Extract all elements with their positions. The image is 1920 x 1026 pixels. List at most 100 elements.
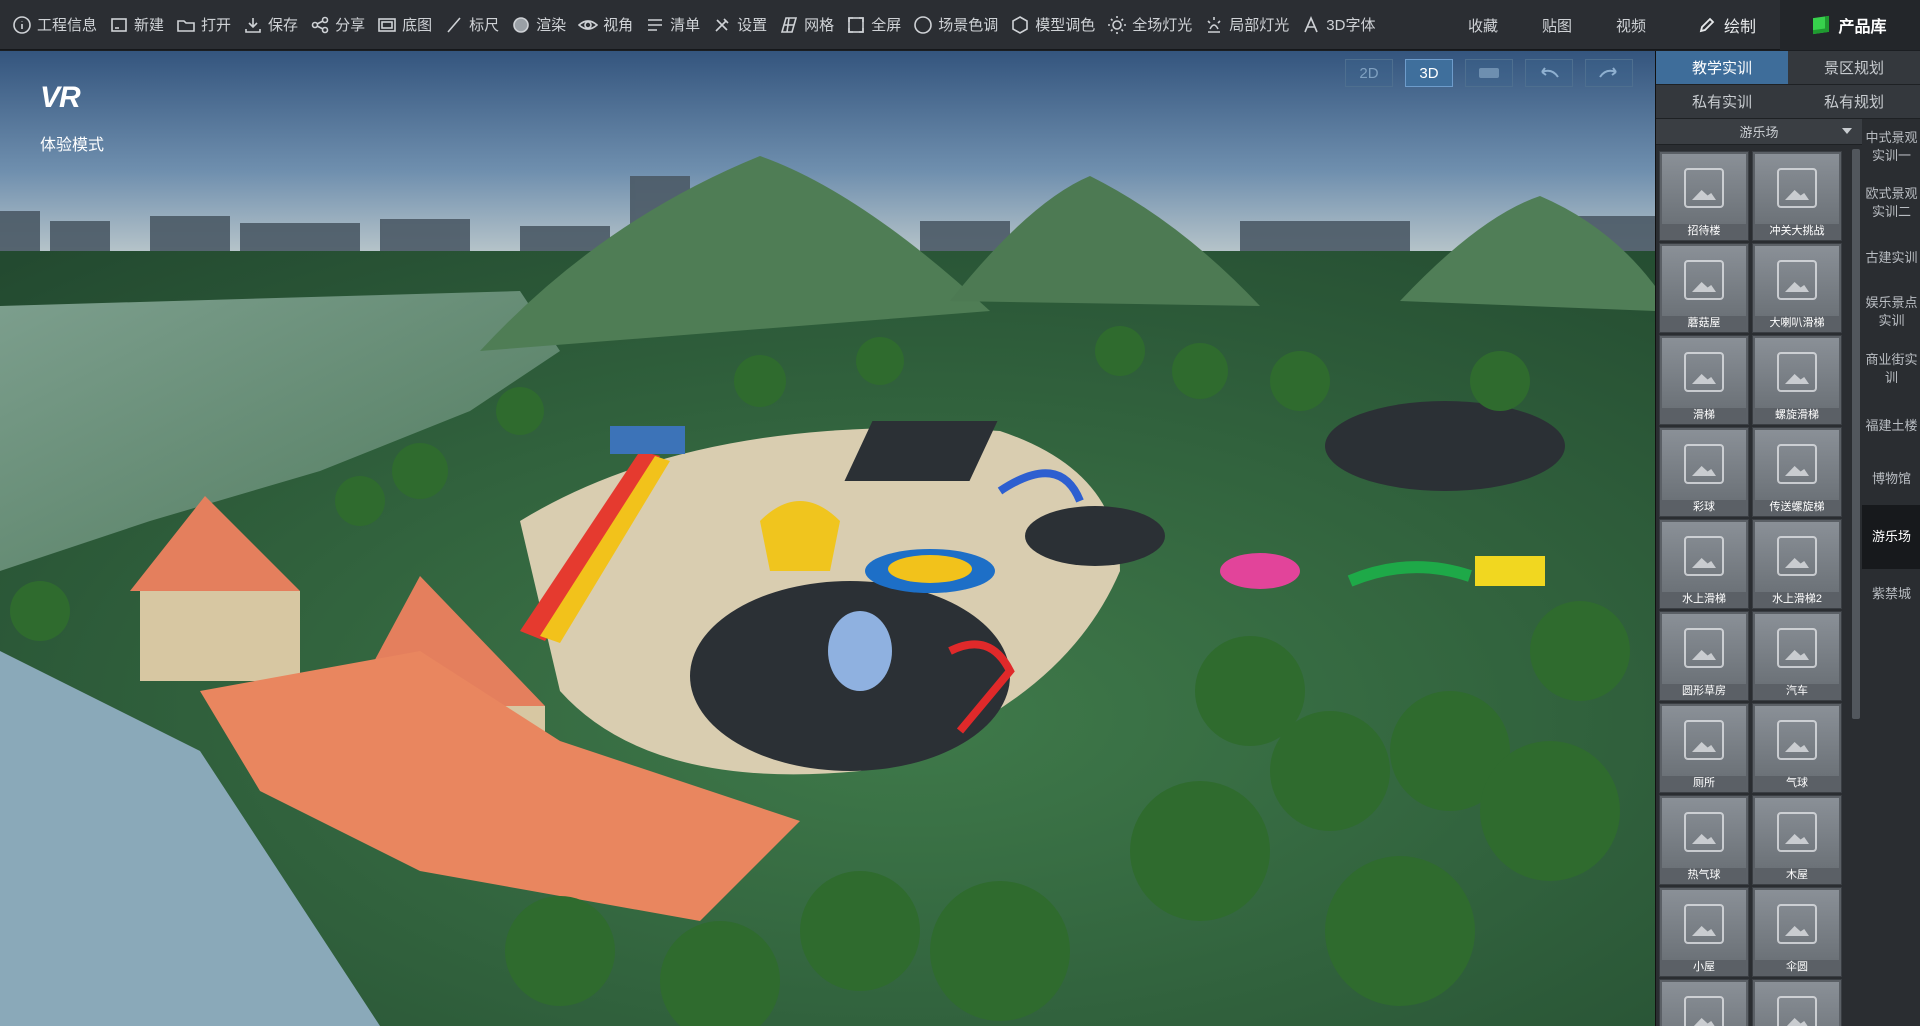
paste-image-button[interactable]: 贴图 bbox=[1520, 15, 1594, 36]
asset-tile[interactable]: 汽车 bbox=[1752, 611, 1842, 701]
asset-tile[interactable] bbox=[1659, 979, 1749, 1026]
fullscreen-icon bbox=[846, 15, 866, 35]
undo-button[interactable] bbox=[1525, 59, 1573, 87]
image-placeholder-icon bbox=[1684, 812, 1724, 852]
list-icon bbox=[645, 15, 665, 35]
asset-thumbnail bbox=[1755, 338, 1839, 408]
image-placeholder-icon bbox=[1684, 352, 1724, 392]
asset-tile[interactable]: 水上滑梯 bbox=[1659, 519, 1749, 609]
library-tabs: 教学实训 景区规划 私有实训 私有规划 bbox=[1656, 51, 1920, 119]
image-placeholder-icon bbox=[1684, 996, 1724, 1026]
toolbar-item-label: 全场灯光 bbox=[1132, 17, 1193, 34]
asset-scrollbar[interactable] bbox=[1852, 149, 1860, 719]
toolbar-item-label: 工程信息 bbox=[37, 17, 98, 34]
asset-thumbnail bbox=[1662, 522, 1746, 592]
side-category-item[interactable]: 古建实训 bbox=[1862, 231, 1920, 285]
toolbar-item-local-light[interactable]: 局部灯光 bbox=[1198, 0, 1295, 50]
side-category-item[interactable]: 游乐场 bbox=[1862, 505, 1920, 569]
toolbar-item-model-color[interactable]: 模型调色 bbox=[1004, 0, 1101, 50]
asset-thumbnail bbox=[1662, 246, 1746, 316]
asset-label: 大喇叭滑梯 bbox=[1769, 317, 1825, 329]
asset-tile[interactable]: 圆形草房 bbox=[1659, 611, 1749, 701]
grid-icon bbox=[779, 15, 799, 35]
toolbar-item-open-folder[interactable]: 打开 bbox=[170, 0, 237, 50]
toolbar-item-fullscreen[interactable]: 全屏 bbox=[840, 0, 907, 50]
toolbar-item-scene-tone[interactable]: 场景色调 bbox=[907, 0, 1004, 50]
toolbar-item-label: 保存 bbox=[268, 17, 299, 34]
draw-button[interactable]: 绘制 bbox=[1668, 13, 1780, 37]
toolbar-item-list[interactable]: 清单 bbox=[639, 0, 706, 50]
toolbar-item-share[interactable]: 分享 bbox=[304, 0, 371, 50]
toolbar-item-label: 局部灯光 bbox=[1229, 17, 1290, 34]
toolbar-item-ruler[interactable]: 标尺 bbox=[438, 0, 505, 50]
view-mode-buttons: 2D 3D bbox=[1345, 59, 1633, 87]
asset-tile[interactable]: 气球 bbox=[1752, 703, 1842, 793]
video-button[interactable]: 视频 bbox=[1594, 15, 1668, 36]
collect-button[interactable]: 收藏 bbox=[1446, 15, 1520, 36]
image-placeholder-icon bbox=[1777, 536, 1817, 576]
asset-tile[interactable]: 伞圆 bbox=[1752, 887, 1842, 977]
experience-mode-label: 体验模式 bbox=[40, 137, 105, 154]
toolbar-item-font-3d[interactable]: 3D字体 bbox=[1295, 0, 1381, 50]
toolbar-item-label: 视角 bbox=[603, 17, 634, 34]
asset-tile[interactable]: 小屋 bbox=[1659, 887, 1749, 977]
asset-tile[interactable]: 蘑菇屋 bbox=[1659, 243, 1749, 333]
toolbar-item-label: 渲染 bbox=[536, 17, 567, 34]
asset-tile[interactable]: 滑梯 bbox=[1659, 335, 1749, 425]
tab-private-planning[interactable]: 私有规划 bbox=[1788, 85, 1920, 119]
side-category-item[interactable]: 欧式景观实训二 bbox=[1862, 175, 1920, 231]
side-category-item[interactable]: 博物馆 bbox=[1862, 453, 1920, 505]
asset-thumbnail bbox=[1755, 430, 1839, 500]
side-category-item[interactable]: 中式景观实训一 bbox=[1862, 119, 1920, 175]
toolbar-item-label: 网格 bbox=[804, 17, 835, 34]
toolbar-item-render[interactable]: 渲染 bbox=[505, 0, 572, 50]
side-category-item[interactable]: 娱乐景点实训 bbox=[1862, 285, 1920, 339]
toolbar-item-info[interactable]: 工程信息 bbox=[6, 0, 103, 50]
toolbar-item-global-light[interactable]: 全场灯光 bbox=[1101, 0, 1198, 50]
asset-tile[interactable]: 彩球 bbox=[1659, 427, 1749, 517]
toolbar-item-label: 场景色调 bbox=[938, 17, 999, 34]
toolbar-item-save[interactable]: 保存 bbox=[237, 0, 304, 50]
model-color-icon bbox=[1010, 15, 1030, 35]
asset-tile[interactable]: 水上滑梯2 bbox=[1752, 519, 1842, 609]
tab-private-training[interactable]: 私有实训 bbox=[1656, 85, 1788, 119]
asset-tile[interactable]: 厕所 bbox=[1659, 703, 1749, 793]
category-dropdown[interactable]: 游乐场 bbox=[1656, 119, 1862, 145]
product-library-button[interactable]: 产品库 bbox=[1780, 0, 1920, 50]
toolbar-item-basemap[interactable]: 底图 bbox=[371, 0, 438, 50]
side-category-item[interactable]: 福建土楼 bbox=[1862, 399, 1920, 453]
toolbar-right: 收藏 贴图 视频 绘制 产品库 bbox=[1446, 0, 1920, 50]
asset-tile[interactable]: 螺旋滑梯 bbox=[1752, 335, 1842, 425]
image-placeholder-icon bbox=[1684, 444, 1724, 484]
image-placeholder-icon bbox=[1777, 168, 1817, 208]
toolbar-item-eye[interactable]: 视角 bbox=[572, 0, 639, 50]
asset-label: 水上滑梯 bbox=[1682, 593, 1726, 605]
record-icon bbox=[1479, 68, 1499, 78]
asset-tile[interactable]: 木屋 bbox=[1752, 795, 1842, 885]
side-category-item[interactable]: 紫禁城 bbox=[1862, 569, 1920, 619]
toolbar-item-label: 设置 bbox=[737, 17, 768, 34]
2d-view-button[interactable]: 2D bbox=[1345, 59, 1393, 87]
asset-tile[interactable]: 传送螺旋梯 bbox=[1752, 427, 1842, 517]
redo-button[interactable] bbox=[1585, 59, 1633, 87]
record-button[interactable] bbox=[1465, 59, 1513, 87]
3d-viewport[interactable]: VR 体验模式 2D 3D bbox=[0, 51, 1655, 1026]
asset-tile[interactable]: 热气球 bbox=[1659, 795, 1749, 885]
tab-scenic-planning[interactable]: 景区规划 bbox=[1788, 51, 1920, 85]
asset-tile[interactable]: 大喇叭滑梯 bbox=[1752, 243, 1842, 333]
3d-view-button[interactable]: 3D bbox=[1405, 59, 1453, 87]
asset-label: 招待楼 bbox=[1687, 225, 1721, 237]
asset-tile[interactable]: 冲关大挑战 bbox=[1752, 151, 1842, 241]
asset-tile[interactable]: 招待楼 bbox=[1659, 151, 1749, 241]
toolbar-item-label: 标尺 bbox=[469, 17, 500, 34]
toolbar-item-new-file[interactable]: 新建 bbox=[103, 0, 170, 50]
tab-teaching-training[interactable]: 教学实训 bbox=[1656, 51, 1788, 85]
asset-tile[interactable] bbox=[1752, 979, 1842, 1026]
asset-thumbnail bbox=[1755, 798, 1839, 868]
vr-logo: VR bbox=[40, 81, 81, 114]
asset-label: 气球 bbox=[1786, 777, 1808, 789]
toolbar-item-settings[interactable]: 设置 bbox=[706, 0, 773, 50]
toolbar-item-grid[interactable]: 网格 bbox=[773, 0, 840, 50]
toolbar-item-label: 模型调色 bbox=[1035, 17, 1096, 34]
side-category-item[interactable]: 商业街实训 bbox=[1862, 339, 1920, 399]
